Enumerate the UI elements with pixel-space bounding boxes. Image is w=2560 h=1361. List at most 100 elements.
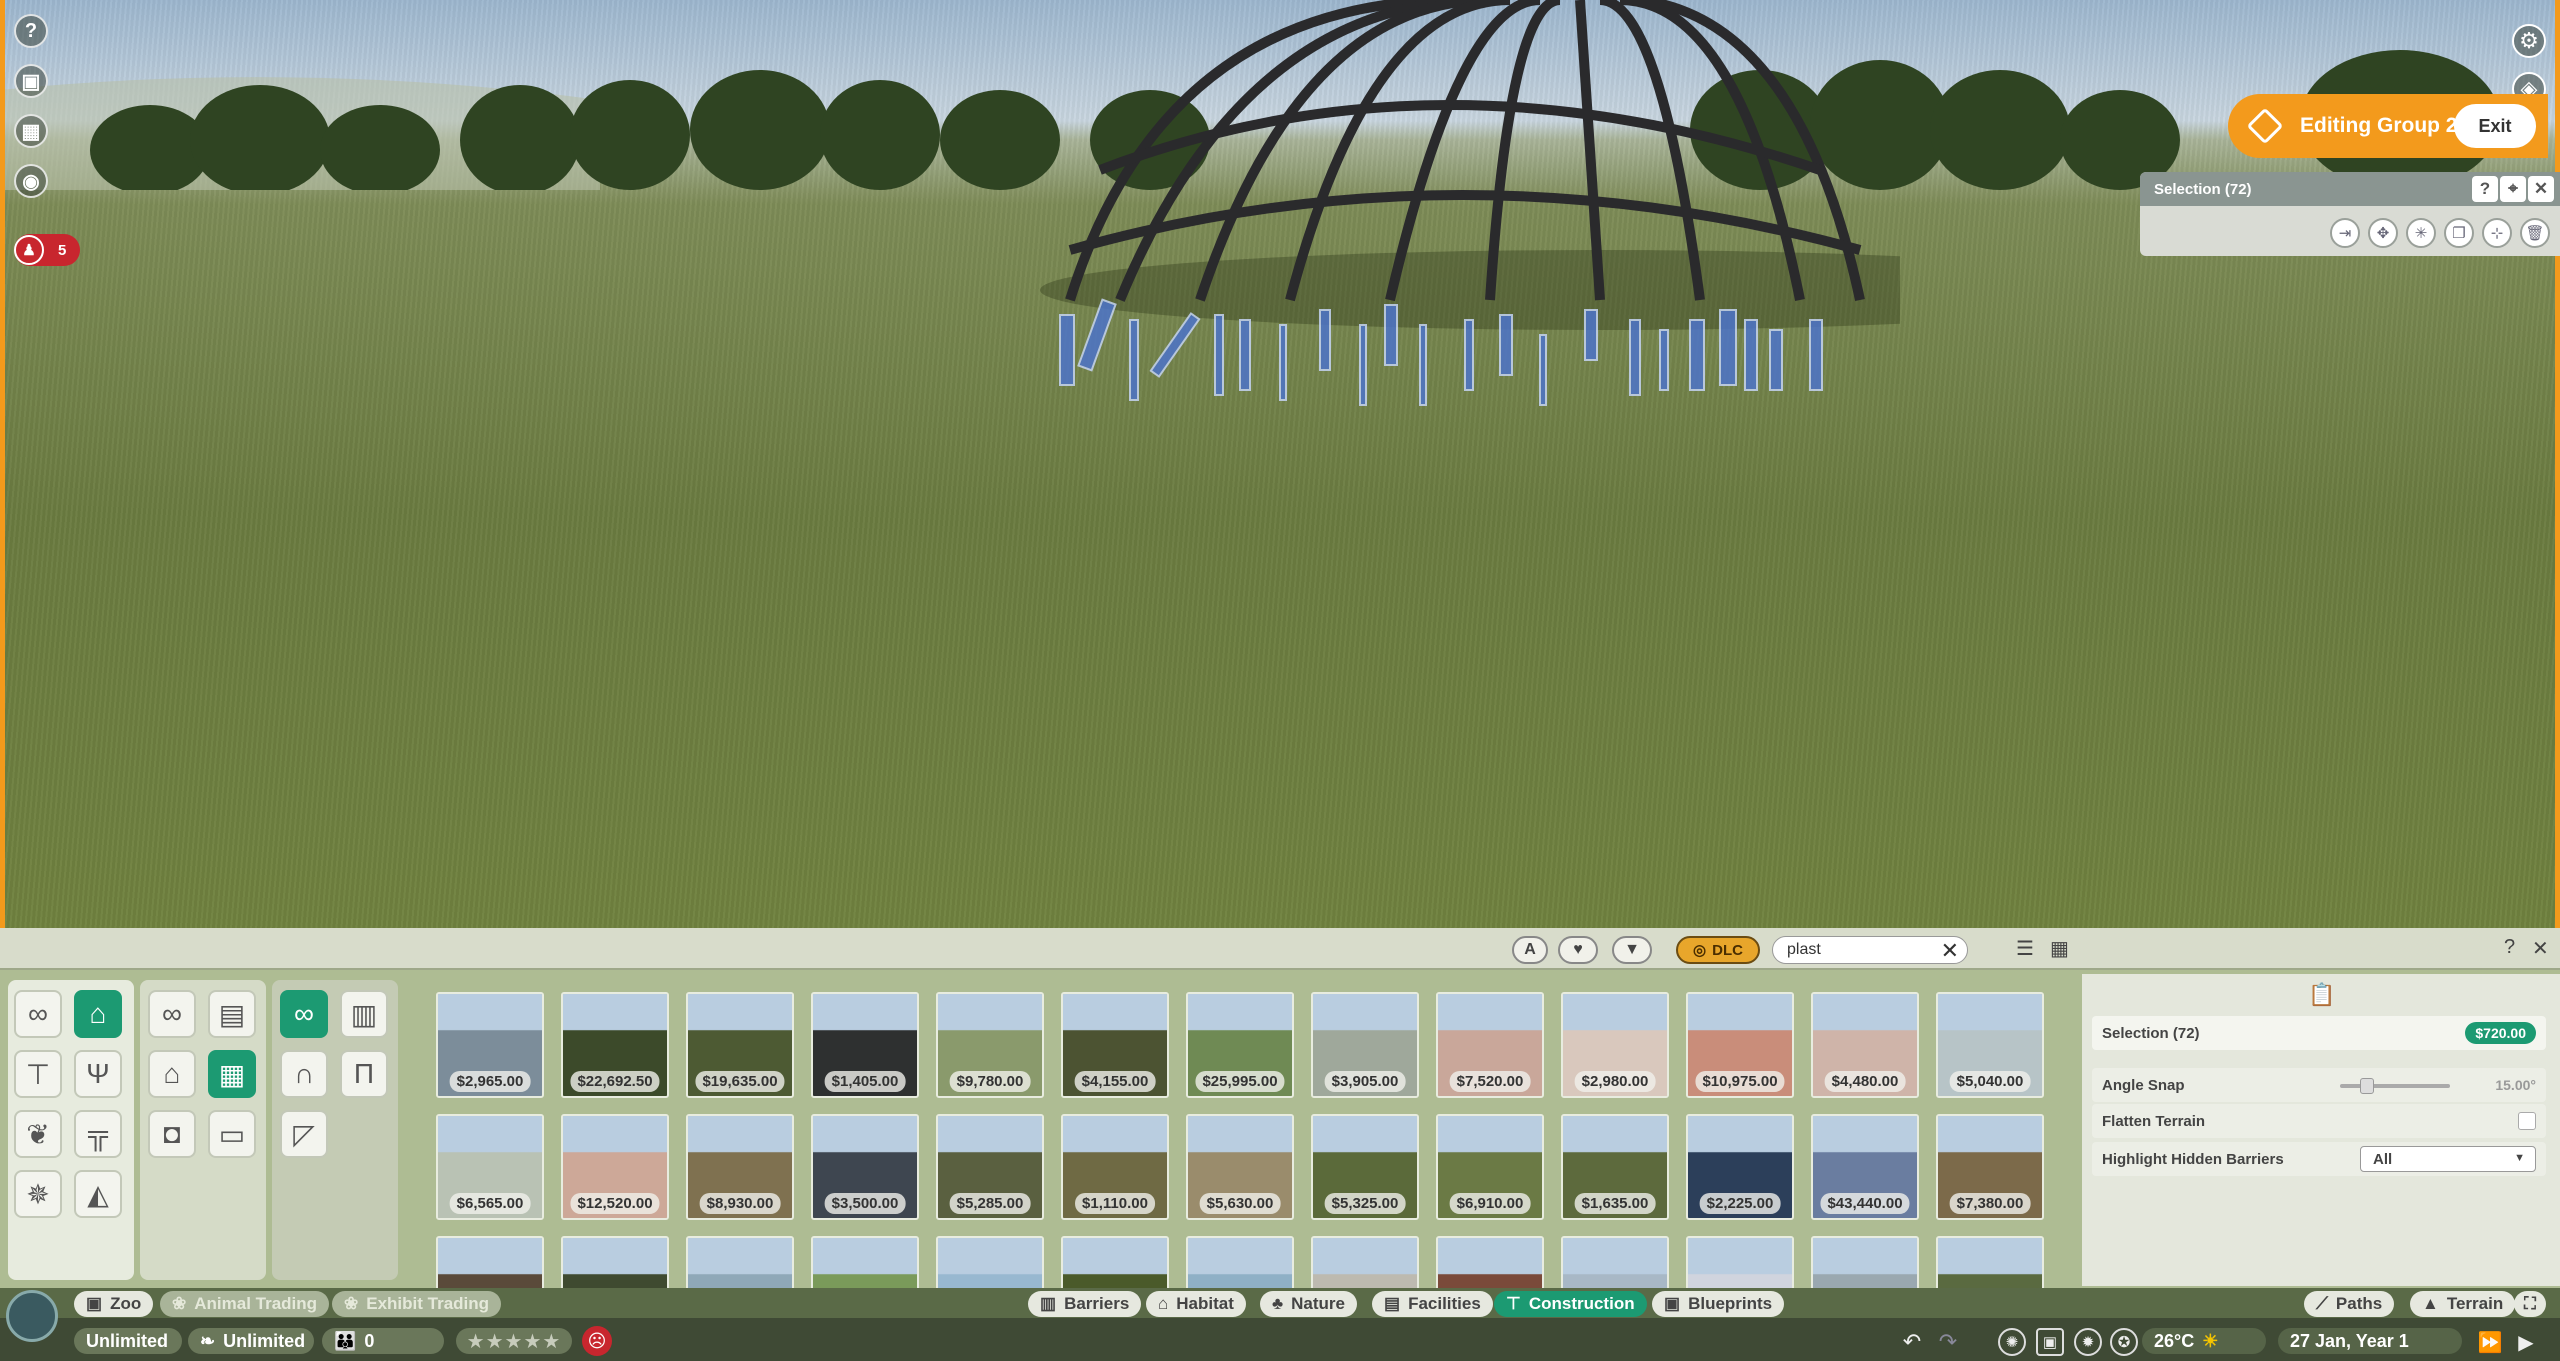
ungroup-icon[interactable]: ⊹ — [2482, 218, 2512, 248]
angle-snap-slider[interactable] — [2340, 1078, 2450, 1094]
terrain-tools-icon[interactable]: ⛶ — [2514, 1291, 2546, 1317]
camera-compass-icon[interactable] — [6, 1290, 58, 1342]
help-icon[interactable]: ? — [14, 14, 48, 48]
export-icon[interactable]: ⇥ — [2330, 218, 2360, 248]
research-display[interactable]: ❧ Unlimited — [188, 1328, 314, 1354]
item-tile[interactable]: $2,980.00 — [1561, 992, 1669, 1098]
item-tile[interactable]: $1,405.00 — [811, 992, 919, 1098]
item-tile[interactable]: $4,480.00 — [1811, 992, 1919, 1098]
item-tile[interactable] — [1061, 1236, 1169, 1290]
alert-icon[interactable]: ✪ — [2110, 1328, 2138, 1356]
tab-barriers[interactable]: ▥ Barriers — [1028, 1291, 1142, 1317]
item-tile[interactable]: $12,520.00 — [561, 1114, 669, 1220]
item-tile[interactable]: $22,692.50 — [561, 992, 669, 1098]
tab-blueprints[interactable]: ▣ Blueprints — [1652, 1291, 1785, 1317]
tab-animal-trading[interactable]: ❀ Animal Trading — [160, 1291, 330, 1317]
angle-snap-knob[interactable] — [2360, 1078, 2374, 1094]
item-tile[interactable] — [1311, 1236, 1419, 1290]
item-tile[interactable]: $7,520.00 — [1436, 992, 1544, 1098]
sort-alpha-icon[interactable]: A — [1512, 936, 1548, 964]
item-tile[interactable]: $6,910.00 — [1436, 1114, 1544, 1220]
guest-alert-badge[interactable]: ♟ 5 — [14, 234, 80, 266]
pillar-icon[interactable]: Π — [340, 1050, 388, 1098]
visibility-icon[interactable]: ◉ — [14, 164, 48, 198]
item-tile[interactable]: $1,635.00 — [1561, 1114, 1669, 1220]
item-tile[interactable]: $5,040.00 — [1936, 992, 2044, 1098]
tab-paths[interactable]: ⟋ Paths — [2304, 1291, 2395, 1317]
brick-wall-icon[interactable]: ▥ — [340, 990, 388, 1038]
duplicate-icon[interactable]: ❐ — [2444, 218, 2474, 248]
all-walls-icon[interactable]: ∞ — [280, 990, 328, 1038]
item-tile[interactable]: $3,905.00 — [1311, 992, 1419, 1098]
all-items-icon[interactable]: ∞ — [14, 990, 62, 1038]
tab-construction[interactable]: ⊤ Construction — [1494, 1291, 1647, 1317]
item-tile[interactable]: $25,995.00 — [1186, 992, 1294, 1098]
undo-icon[interactable]: ↶ — [1898, 1328, 1926, 1356]
zoo-management-icon[interactable]: ▣ — [14, 64, 48, 98]
item-tile[interactable]: $2,965.00 — [436, 992, 544, 1098]
favourite-icon[interactable]: ♥ — [1558, 936, 1598, 964]
settings-gear-icon[interactable]: ⚙ — [2512, 24, 2546, 58]
item-tile[interactable]: $5,285.00 — [936, 1114, 1044, 1220]
special-icon[interactable]: ✵ — [14, 1170, 62, 1218]
item-tile[interactable]: $6,565.00 — [436, 1114, 544, 1220]
item-tile[interactable]: $2,225.00 — [1686, 1114, 1794, 1220]
item-tile[interactable]: $1,110.00 — [1061, 1114, 1169, 1220]
decorations-icon[interactable]: ❦ — [14, 1110, 62, 1158]
item-tile[interactable]: $5,630.00 — [1186, 1114, 1294, 1220]
item-tile[interactable] — [1936, 1236, 2044, 1290]
furniture-icon[interactable]: ╦ — [74, 1110, 122, 1158]
item-tile[interactable] — [936, 1236, 1044, 1290]
clear-search-icon[interactable]: ✕ — [1941, 938, 1959, 964]
close-icon[interactable]: ✕ — [2532, 936, 2549, 961]
shapes-icon[interactable]: ◭ — [74, 1170, 122, 1218]
floors-icon[interactable]: ▭ — [208, 1110, 256, 1158]
sort-order-icon[interactable]: ☰ — [2016, 936, 2034, 961]
calendar-icon[interactable]: ▦ — [14, 114, 48, 148]
exit-button[interactable]: Exit — [2454, 104, 2536, 148]
item-tile[interactable] — [1186, 1236, 1294, 1290]
item-tile[interactable]: $7,380.00 — [1936, 1114, 2044, 1220]
item-tile[interactable] — [1686, 1236, 1794, 1290]
item-tile[interactable]: $19,635.00 — [686, 992, 794, 1098]
move-icon[interactable]: ✥ — [2368, 218, 2398, 248]
roofs-icon[interactable]: ⌂ — [148, 1050, 196, 1098]
fast-forward-icon[interactable]: ⏩ — [2476, 1328, 2504, 1356]
item-tile[interactable] — [686, 1236, 794, 1290]
tab-exhibit-trading[interactable]: ❀ Exhibit Trading — [332, 1291, 502, 1317]
tab-nature[interactable]: ♣ Nature — [1260, 1291, 1358, 1317]
help-icon[interactable]: ? — [2504, 936, 2515, 959]
tab-zoo[interactable]: ▣ Zoo — [74, 1291, 154, 1317]
photo-mode-icon[interactable]: ▣ — [2036, 1328, 2064, 1356]
item-tile[interactable] — [436, 1236, 544, 1290]
filter-icon[interactable]: ▼ — [1612, 936, 1652, 964]
lights-icon[interactable]: Ψ — [74, 1050, 122, 1098]
advanced-move-icon[interactable]: ✳ — [2406, 218, 2436, 248]
tab-habitat[interactable]: ⌂ Habitat — [1146, 1291, 1246, 1317]
delete-icon[interactable]: 🗑 — [2520, 218, 2550, 248]
item-tile[interactable]: $43,440.00 — [1811, 1114, 1919, 1220]
item-tile[interactable] — [1561, 1236, 1669, 1290]
heat-map-icon[interactable]: ✹ — [2074, 1328, 2102, 1356]
frame-icon[interactable]: ◸ — [280, 1110, 328, 1158]
item-tile[interactable]: $5,325.00 — [1311, 1114, 1419, 1220]
flatten-terrain-checkbox[interactable] — [2518, 1112, 2536, 1130]
overlay-icon[interactable]: ✺ — [1998, 1328, 2026, 1356]
item-tile[interactable] — [811, 1236, 919, 1290]
money-display[interactable]: Unlimited — [74, 1328, 182, 1354]
item-tile[interactable]: $4,155.00 — [1061, 992, 1169, 1098]
doors-icon[interactable]: ▤ — [208, 990, 256, 1038]
sad-face-icon[interactable]: ☹ — [582, 1326, 612, 1356]
search-input[interactable] — [1787, 937, 1937, 963]
redo-icon[interactable]: ↷ — [1934, 1328, 1962, 1356]
highlight-barriers-dropdown[interactable]: All ▼ — [2360, 1146, 2536, 1172]
all-pieces-icon[interactable]: ∞ — [148, 990, 196, 1038]
arch-icon[interactable]: ∩ — [280, 1050, 328, 1098]
zoo-rating-stars[interactable]: ★★★★★ — [456, 1328, 572, 1354]
item-tile[interactable]: $8,930.00 — [686, 1114, 794, 1220]
item-tile[interactable] — [1436, 1236, 1544, 1290]
dome-structure[interactable] — [1040, 0, 1900, 410]
tab-terrain[interactable]: ▲ Terrain — [2410, 1291, 2516, 1317]
windows-icon[interactable]: ◘ — [148, 1110, 196, 1158]
grid-view-icon[interactable]: ▦ — [2050, 936, 2069, 961]
